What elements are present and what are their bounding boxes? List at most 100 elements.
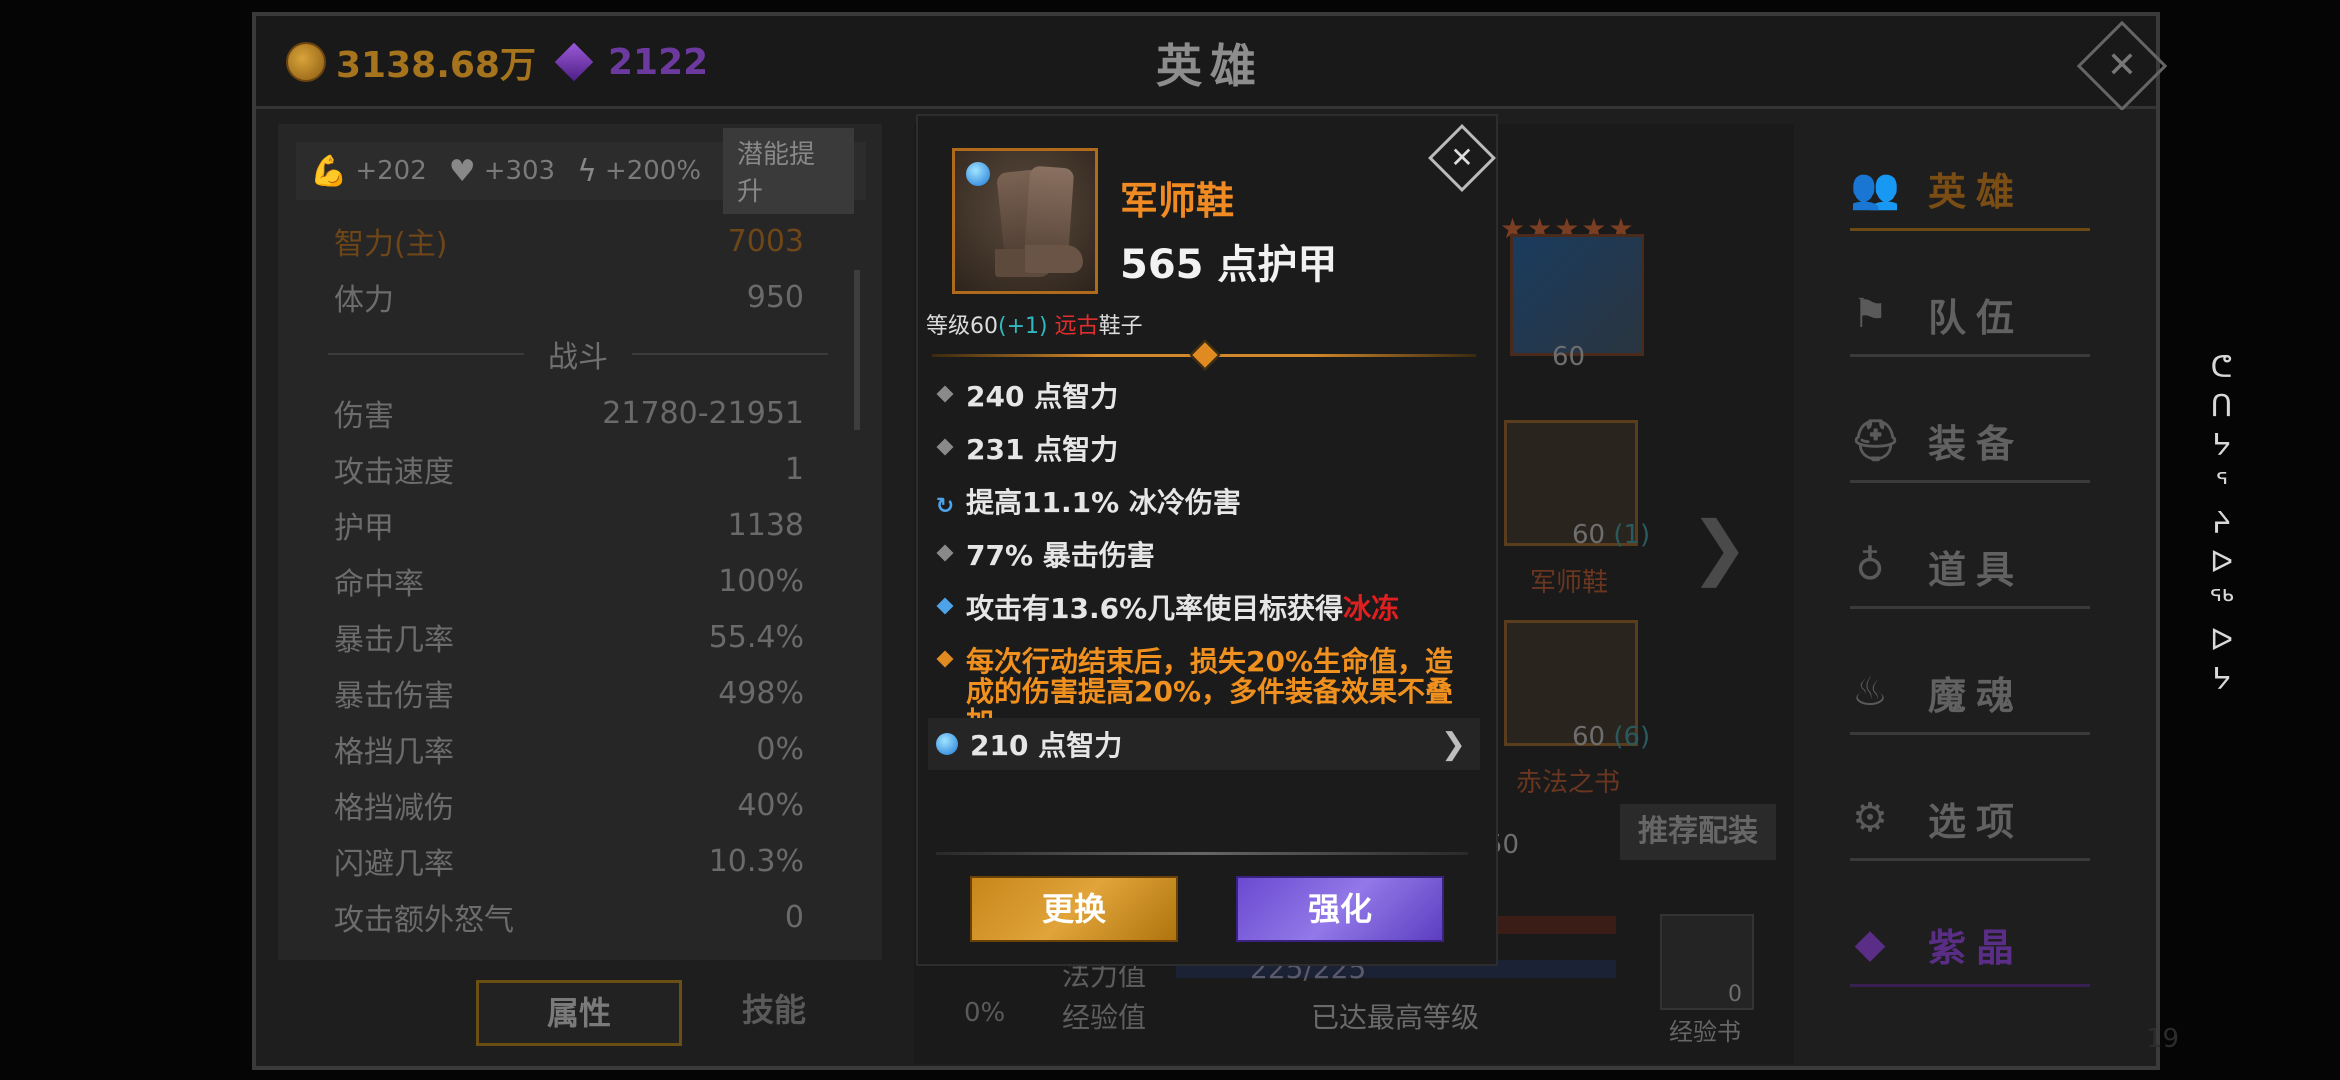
nav-soul[interactable]: ♨ 魔魂 <box>1850 652 2090 735</box>
affix-text: 77% 暴击伤害 <box>966 539 1155 572</box>
nav-options[interactable]: ⚙ 选项 <box>1850 778 2090 861</box>
stat-label: 护甲 <box>334 511 394 546</box>
nav-label: 装备 <box>1928 421 2025 466</box>
nav-equipment[interactable]: ⛑ 装备 <box>1850 400 2090 483</box>
diamond-bullet-icon <box>936 650 954 668</box>
stat-row: 攻击速度 1 <box>334 444 804 494</box>
socket-row[interactable]: 210 点智力 ❯ <box>928 718 1480 770</box>
hero-level: 60 <box>1552 342 1586 372</box>
stat-label: 攻击额外怒气 <box>334 903 514 938</box>
gold-amount: 3138.68万 <box>336 45 536 86</box>
close-icon: ✕ <box>1450 141 1474 174</box>
boost-value: +200% <box>604 156 702 186</box>
stat-row: 格挡几率 0% <box>334 724 804 774</box>
reroll-icon: ↻ <box>935 494 955 519</box>
stat-value: 21780-21951 <box>602 395 804 431</box>
page-title: 英雄 <box>1156 39 1264 93</box>
gem-amount: 2122 <box>607 41 709 83</box>
game-screen: 3138.68万 2122 英雄 ✕ 💪 +202 ♥ +303 ϟ +200% 潜能… <box>0 0 2340 1080</box>
flag-icon: ⚑ <box>1852 291 1898 337</box>
exp-book-count: 0 <box>1728 982 1742 1007</box>
level-number: 60 <box>1572 520 1606 550</box>
level-number: 60 <box>1572 722 1606 752</box>
item-level: 等级60 <box>926 314 998 339</box>
stat-value: 0 <box>784 899 804 935</box>
exp-book-label: 经验书 <box>1669 1018 1741 1046</box>
book-slot-name: 赤法之书 <box>1516 768 1621 798</box>
item-quality: 远古 <box>1054 314 1099 339</box>
nav-hero[interactable]: 👥 英雄 <box>1850 148 2090 231</box>
chevron-right-icon: ❯ <box>1440 726 1466 762</box>
stat-value: 100% <box>718 563 804 599</box>
upgrade-button[interactable]: 强化 <box>1236 876 1444 942</box>
stat-row: 暴击几率 55.4% <box>334 612 804 662</box>
stat-value: 1 <box>784 451 804 487</box>
socket-text: 210 点智力 <box>970 729 1123 762</box>
boost-health: ♥ +303 <box>449 154 555 189</box>
stat-label: 暴击伤害 <box>334 679 454 714</box>
boost-value: +303 <box>483 156 556 186</box>
nav-label: 魔魂 <box>1928 673 2025 718</box>
nav-amethyst[interactable]: ◆ 紫晶 <box>1850 904 2090 987</box>
nav-team[interactable]: ⚑ 队伍 <box>1850 274 2090 357</box>
stat-label: 攻击速度 <box>334 455 454 490</box>
close-icon: ✕ <box>2106 45 2138 86</box>
percent-text: 0% <box>964 998 1006 1028</box>
tab-skills[interactable]: 技能 <box>674 980 874 1040</box>
diamond-bullet-icon <box>936 544 954 562</box>
stat-value: 10.3% <box>708 843 804 879</box>
helmet-icon: ⛑ <box>1850 417 1911 464</box>
bag-icon: ♁ <box>1855 543 1895 589</box>
gold-coin-icon <box>286 42 326 82</box>
affix-row: 231 点智力 <box>936 435 1476 465</box>
tab-attributes[interactable]: 属性 <box>476 980 682 1046</box>
heart-icon: ♥ <box>448 153 476 189</box>
swap-button[interactable]: 更换 <box>970 876 1178 942</box>
recommend-loadout-button[interactable]: 推荐配装 <box>1620 804 1776 860</box>
socket-gem-icon <box>936 733 958 755</box>
stat-row: 命中率 100% <box>334 556 804 606</box>
stats-scrollbar[interactable] <box>854 270 860 430</box>
affix-text: 231 点智力 <box>966 433 1119 466</box>
footer-divider <box>936 852 1468 855</box>
stat-value: 950 <box>746 279 804 315</box>
affix-row-freeze: 攻击有13.6%几率使目标获得冰冻 <box>936 594 1476 624</box>
exp-value: 已达最高等级 <box>1310 1001 1479 1034</box>
diamond-bullet-icon <box>936 597 954 615</box>
stat-label: 暴击几率 <box>334 623 454 658</box>
divider <box>632 353 828 355</box>
boost-value: +202 <box>355 156 427 186</box>
stat-label: 体力 <box>334 283 394 318</box>
boots-slot-name: 军师鞋 <box>1530 568 1609 598</box>
combat-section-header: 战斗 <box>328 334 828 375</box>
affix-row: 77% 暴击伤害 <box>936 541 1476 571</box>
affix-row: 240 点智力 <box>936 382 1476 412</box>
overlay-side-text: ᕦᑎᔭᕐᔨᐅᖅᐅᔭ <box>2204 350 2239 701</box>
hero-portrait[interactable] <box>1510 234 1644 356</box>
left-tab-bar: 属性 技能 <box>278 972 882 1046</box>
item-armor: 565 点护甲 <box>1120 242 1338 288</box>
stat-row: 护甲 1138 <box>334 500 804 550</box>
freeze-keyword: 冰冻 <box>1343 592 1400 625</box>
stat-row: 暴击伤害 498% <box>334 668 804 718</box>
affix-text: 提高11.1% 冰冷伤害 <box>966 486 1241 519</box>
next-arrow-icon[interactable]: ❯ <box>1690 506 1749 588</box>
affix-text: 攻击有13.6%几率使目标获得 <box>966 592 1344 625</box>
nav-label: 选项 <box>1928 799 2025 844</box>
nav-items[interactable]: ♁ 道具 <box>1850 526 2090 609</box>
stat-row: 格挡减伤 40% <box>334 780 804 830</box>
stat-value: 0% <box>756 731 804 767</box>
nav-label: 道具 <box>1928 547 2025 592</box>
potential-upgrade-button[interactable]: 潜能提升 <box>723 128 854 214</box>
boots-level: 60 (1) <box>1572 520 1650 550</box>
nav-label: 紫晶 <box>1928 925 2025 970</box>
lightning-icon: ϟ <box>577 153 597 189</box>
stat-row: 智力(主) 7003 <box>334 216 804 266</box>
divider <box>328 353 524 355</box>
stat-row: 攻击额外怒气 0 <box>334 892 804 942</box>
boost-strength: 💪 +202 <box>310 154 427 189</box>
purple-gem-icon: ◆ <box>1854 921 1896 967</box>
diamond-bullet-icon <box>936 438 954 456</box>
stat-label: 命中率 <box>334 567 424 602</box>
boost-speed: ϟ +200% <box>577 154 701 189</box>
